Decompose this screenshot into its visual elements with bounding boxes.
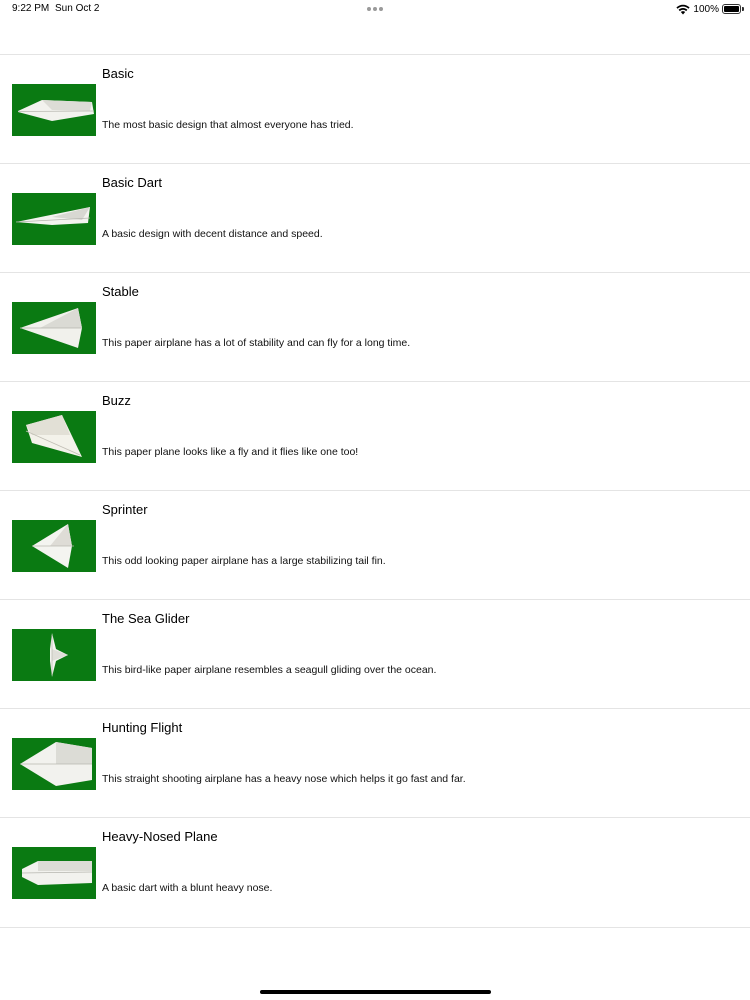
paper-plane-icon xyxy=(17,100,95,121)
plane-title: The Sea Glider xyxy=(102,611,190,626)
plane-thumbnail xyxy=(12,302,96,354)
status-indicators: 100% xyxy=(676,2,744,16)
battery-icon xyxy=(722,4,744,14)
list-item[interactable]: Hunting Flight This straight shooting ai… xyxy=(0,708,750,817)
list-item[interactable]: Sprinter This odd looking paper airplane… xyxy=(0,490,750,599)
paper-plane-icon xyxy=(32,524,74,568)
plane-title: Buzz xyxy=(102,393,131,408)
plane-description: This paper airplane has a lot of stabili… xyxy=(102,337,411,349)
plane-description: A basic design with decent distance and … xyxy=(102,228,323,240)
home-indicator[interactable] xyxy=(260,990,491,994)
status-bar: 9:22 PM Sun Oct 2 100% xyxy=(0,0,750,20)
plane-description: This straight shooting airplane has a he… xyxy=(102,773,466,785)
list-item[interactable]: Heavy-Nosed Plane A basic dart with a bl… xyxy=(0,817,750,928)
list-item[interactable]: Basic The most basic design that almost … xyxy=(0,54,750,163)
plane-list: Basic The most basic design that almost … xyxy=(0,54,750,928)
battery-percent: 100% xyxy=(693,3,719,15)
paper-plane-icon xyxy=(20,308,82,348)
list-item[interactable]: The Sea Glider This bird-like paper airp… xyxy=(0,599,750,708)
paper-plane-icon xyxy=(25,415,82,457)
plane-thumbnail xyxy=(12,193,96,245)
plane-description: This paper plane looks like a fly and it… xyxy=(102,446,359,458)
plane-thumbnail xyxy=(12,520,96,572)
wifi-icon xyxy=(676,4,691,14)
status-time: 9:22 PM xyxy=(12,3,50,14)
plane-description: The most basic design that almost everyo… xyxy=(102,119,354,131)
plane-description: This bird-like paper airplane resembles … xyxy=(102,664,437,676)
multitasking-dots-icon[interactable] xyxy=(366,5,384,13)
plane-thumbnail xyxy=(12,411,96,463)
plane-description: This odd looking paper airplane has a la… xyxy=(102,555,386,567)
plane-thumbnail xyxy=(12,84,96,136)
paper-plane-icon xyxy=(15,207,91,225)
list-item[interactable]: Buzz This paper plane looks like a fly a… xyxy=(0,381,750,490)
plane-title: Sprinter xyxy=(102,502,148,517)
list-item[interactable]: Basic Dart A basic design with decent di… xyxy=(0,163,750,272)
list-item[interactable]: Stable This paper airplane has a lot of … xyxy=(0,272,750,381)
plane-title: Basic Dart xyxy=(102,175,162,190)
plane-title: Hunting Flight xyxy=(102,720,183,735)
plane-title: Basic xyxy=(102,66,134,81)
plane-thumbnail xyxy=(12,847,96,899)
plane-title: Stable xyxy=(102,284,139,299)
paper-plane-icon xyxy=(20,742,92,786)
status-date: Sun Oct 2 xyxy=(55,3,100,14)
paper-plane-icon xyxy=(50,633,68,677)
plane-thumbnail xyxy=(12,738,96,790)
plane-thumbnail xyxy=(12,629,96,681)
paper-plane-icon xyxy=(21,861,93,885)
plane-title: Heavy-Nosed Plane xyxy=(102,829,218,844)
plane-description: A basic dart with a blunt heavy nose. xyxy=(102,882,273,894)
